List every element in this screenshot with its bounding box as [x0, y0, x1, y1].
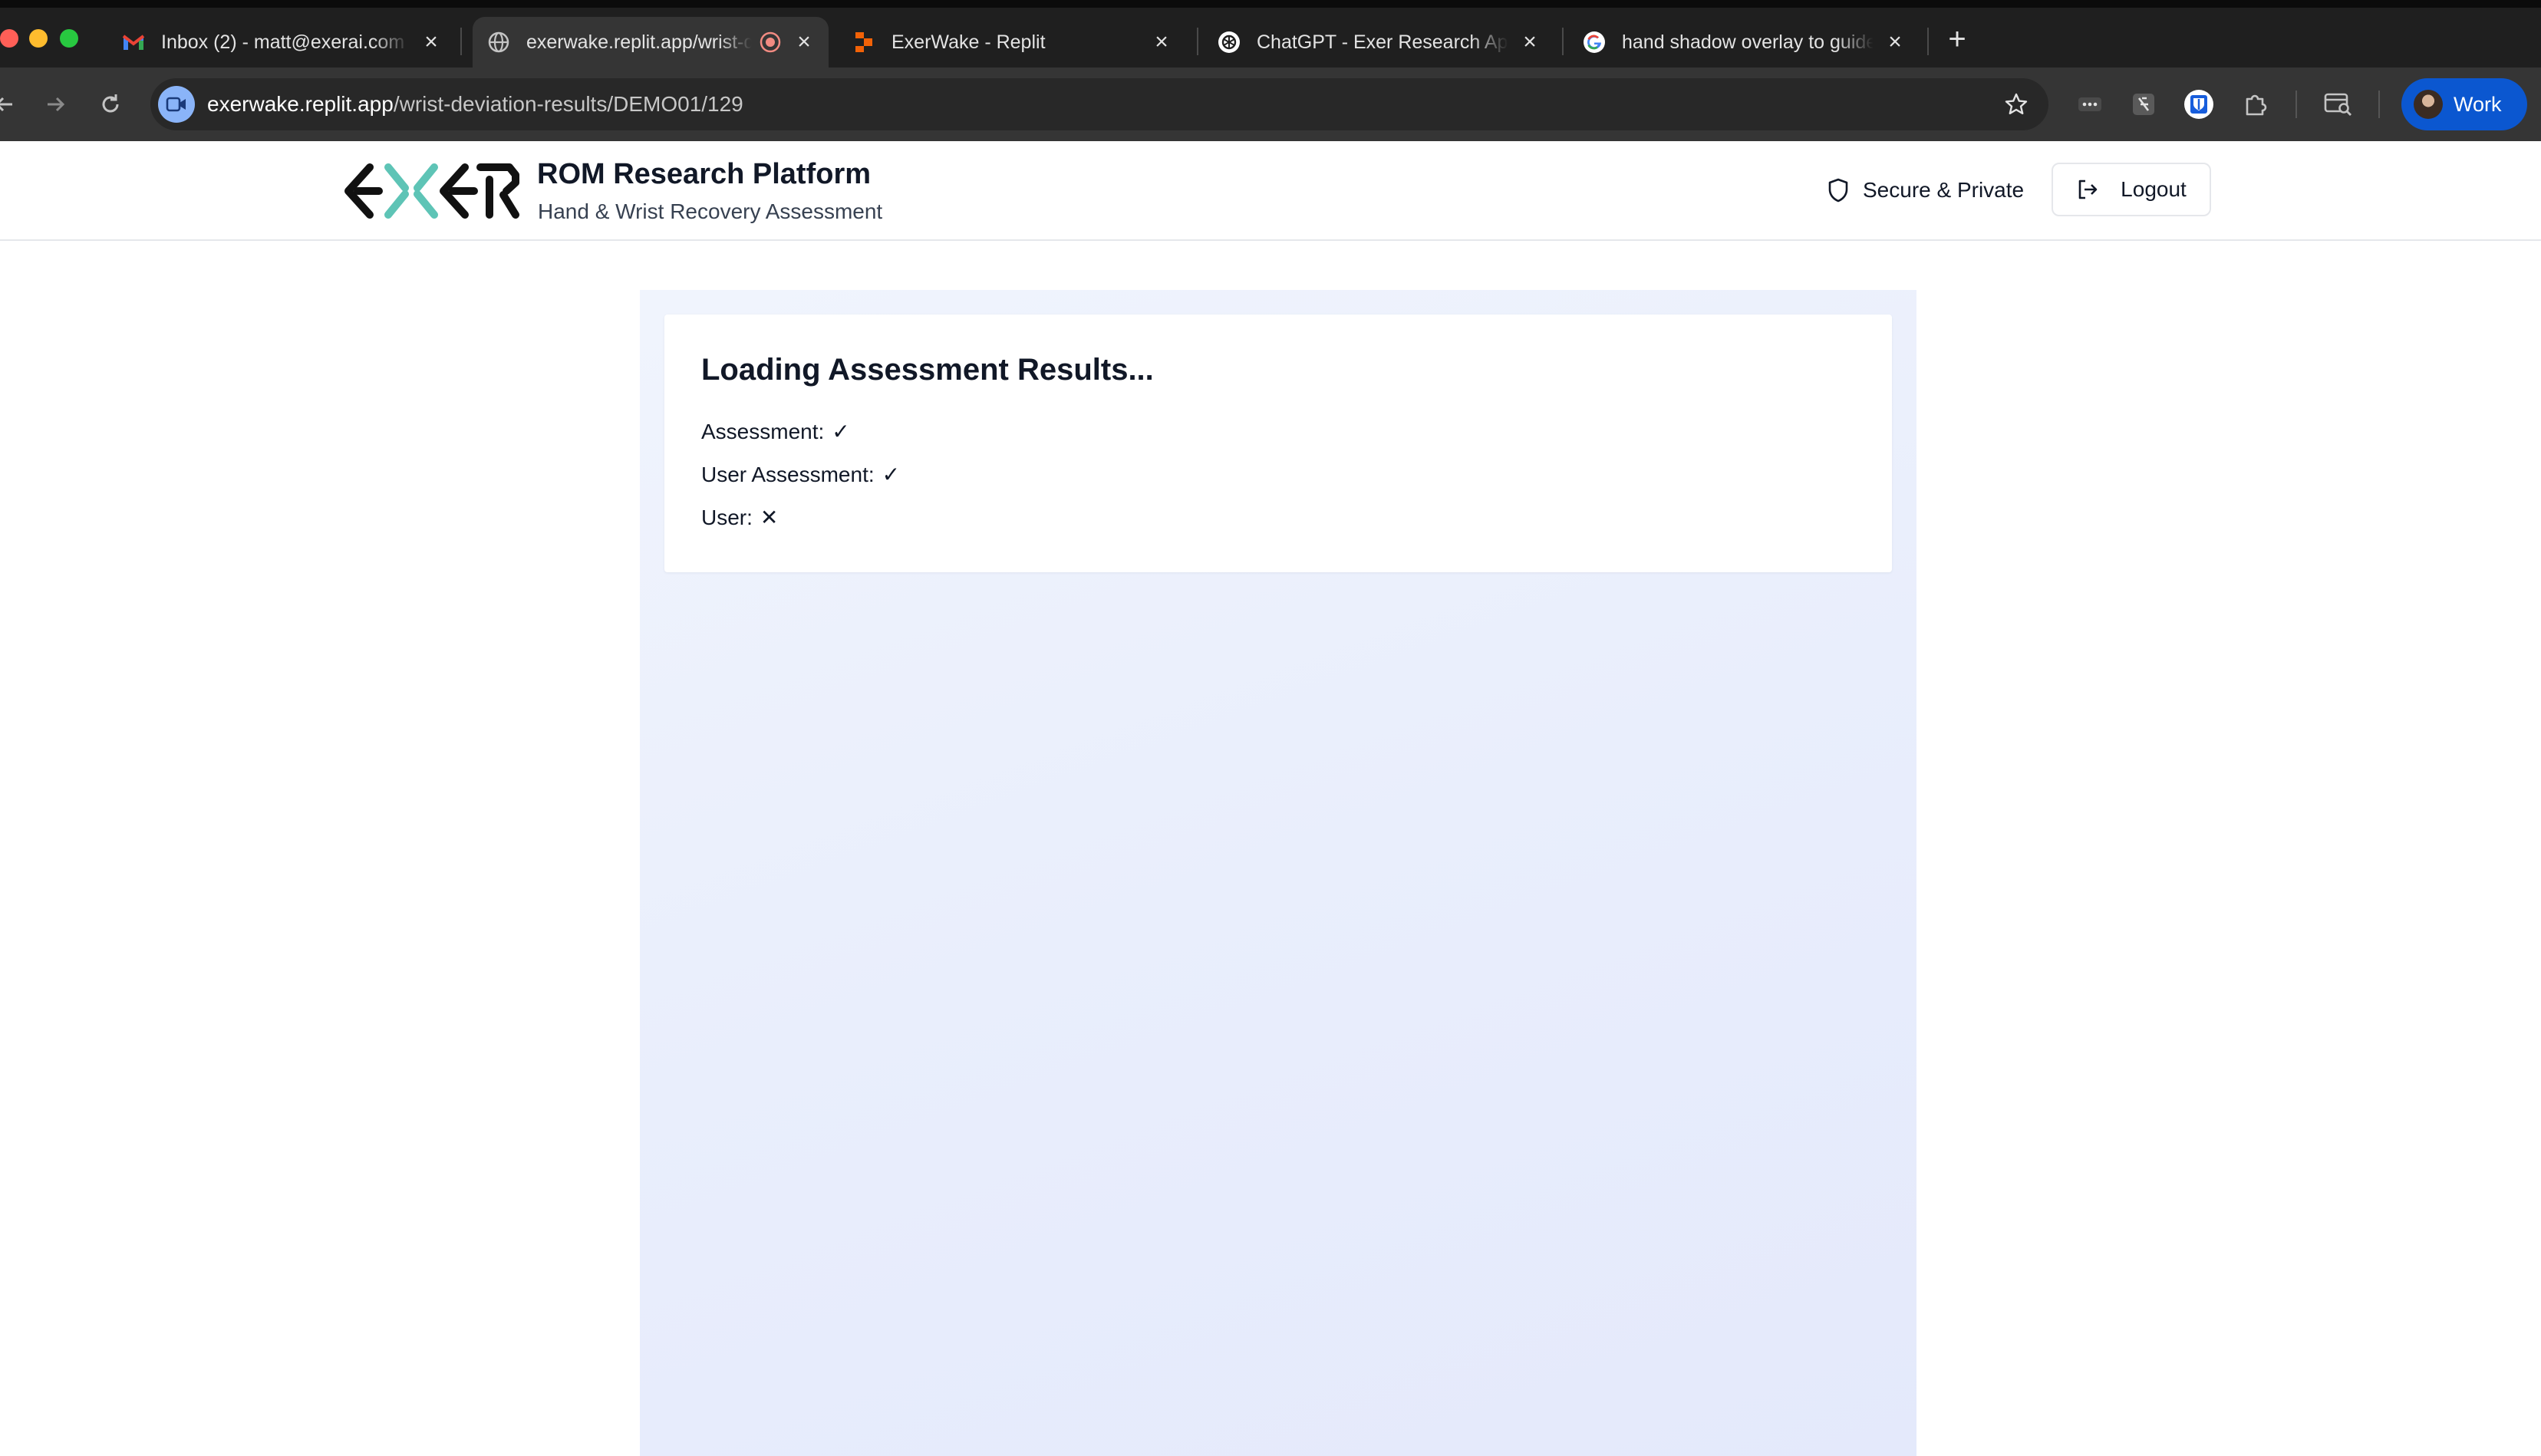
cross-icon: ✕: [760, 506, 779, 529]
chatgpt-icon: [1217, 30, 1241, 54]
page-subtitle: Hand & Wrist Recovery Assessment: [538, 199, 883, 223]
check-icon: ✓: [882, 463, 901, 486]
profile-name: Work: [2454, 92, 2502, 116]
address-bar[interactable]: exerwake.replit.app/wrist-deviation-resu…: [150, 78, 2048, 130]
close-icon[interactable]: ×: [793, 29, 815, 54]
status-user: User: ✕: [701, 505, 778, 530]
site-info-icon[interactable]: [158, 86, 195, 123]
reload-icon[interactable]: [92, 86, 129, 123]
tab-title: hand shadow overlay to guide: [1622, 31, 1874, 53]
tab-title: exerwake.replit.app/wrist-deviation-resu…: [526, 31, 752, 53]
status-label: User Assessment:: [701, 463, 875, 486]
toolbar-divider: [2378, 91, 2380, 118]
tab-title: Inbox (2) - matt@exerai.com - Exer AI Ma…: [161, 31, 410, 53]
loading-card: Loading Assessment Results... Assessment…: [664, 315, 1892, 572]
url-path: /wrist-deviation-results/DEMO01/129: [393, 92, 743, 116]
status-user-assessment: User Assessment: ✓: [701, 462, 900, 487]
window-minimize-button[interactable]: [29, 29, 48, 48]
browser-toolbar: exerwake.replit.app/wrist-deviation-resu…: [0, 68, 2541, 141]
close-icon[interactable]: ×: [1519, 29, 1541, 54]
page-title: ROM Research Platform: [537, 158, 872, 190]
google-icon: [1582, 30, 1607, 54]
forward-icon[interactable]: [37, 86, 74, 123]
new-tab-button[interactable]: +: [1941, 22, 1973, 56]
globe-icon: [486, 30, 511, 54]
tab-replit[interactable]: ExerWake - Replit ×: [841, 17, 1185, 68]
secure-badge: Secure & Private: [1826, 173, 2024, 207]
tab-search-icon[interactable]: [2320, 86, 2357, 123]
check-icon: ✓: [832, 420, 850, 443]
cursor-extension-icon[interactable]: [2125, 86, 2162, 123]
tab-divider: [460, 28, 462, 55]
tab-title: ChatGPT - Exer Research App: [1257, 31, 1508, 53]
toolbar-divider: [2295, 91, 2297, 118]
status-assessment: Assessment: ✓: [701, 419, 850, 444]
tab-title: ExerWake - Replit: [891, 31, 1046, 53]
tab-gmail[interactable]: Inbox (2) - matt@exerai.com - Exer AI Ma…: [110, 17, 454, 68]
bookmark-star-icon[interactable]: [2002, 91, 2030, 118]
close-icon[interactable]: ×: [1151, 29, 1172, 54]
results-panel: Loading Assessment Results... Assessment…: [640, 290, 1916, 1456]
bitwarden-icon[interactable]: [2180, 86, 2217, 123]
tab-chatgpt[interactable]: ChatGPT - Exer Research App ×: [1206, 17, 1553, 68]
tab-divider: [1562, 28, 1564, 55]
window-close-button[interactable]: [0, 29, 18, 48]
loading-title: Loading Assessment Results...: [701, 353, 1154, 387]
shield-icon: [1826, 178, 1851, 203]
tab-divider: [1927, 28, 1929, 55]
url-host: exerwake.replit.app: [207, 92, 394, 116]
close-icon[interactable]: ×: [1884, 29, 1906, 54]
status-label: Assessment:: [701, 420, 825, 443]
logout-label: Logout: [2121, 177, 2187, 201]
exer-logo: [344, 163, 519, 219]
gmail-icon: [121, 30, 146, 54]
tab-divider: [1197, 28, 1198, 55]
window-edge: [0, 0, 2541, 8]
browser-chrome: Inbox (2) - matt@exerai.com - Exer AI Ma…: [0, 0, 2541, 141]
password-extension-icon[interactable]: [2071, 86, 2108, 123]
profile-button[interactable]: Work: [2401, 78, 2527, 130]
recording-icon: [758, 30, 783, 54]
tab-google-search[interactable]: hand shadow overlay to guide ×: [1571, 17, 1918, 68]
window-zoom-button[interactable]: [60, 29, 78, 48]
url-text[interactable]: exerwake.replit.app/wrist-deviation-resu…: [207, 78, 743, 130]
status-label: User:: [701, 506, 753, 529]
secure-label: Secure & Private: [1863, 178, 2025, 202]
logout-button[interactable]: Logout: [2052, 163, 2211, 216]
back-icon[interactable]: [0, 86, 23, 123]
tab-exerwake-results[interactable]: exerwake.replit.app/wrist-deviation-resu…: [473, 17, 829, 68]
close-icon[interactable]: ×: [420, 29, 442, 54]
logout-icon: [2076, 178, 2099, 201]
avatar: [2414, 90, 2443, 119]
replit-icon: [852, 30, 876, 54]
extensions-puzzle-icon[interactable]: [2237, 86, 2274, 123]
app-header: ROM Research Platform Hand & Wrist Recov…: [0, 141, 2541, 241]
